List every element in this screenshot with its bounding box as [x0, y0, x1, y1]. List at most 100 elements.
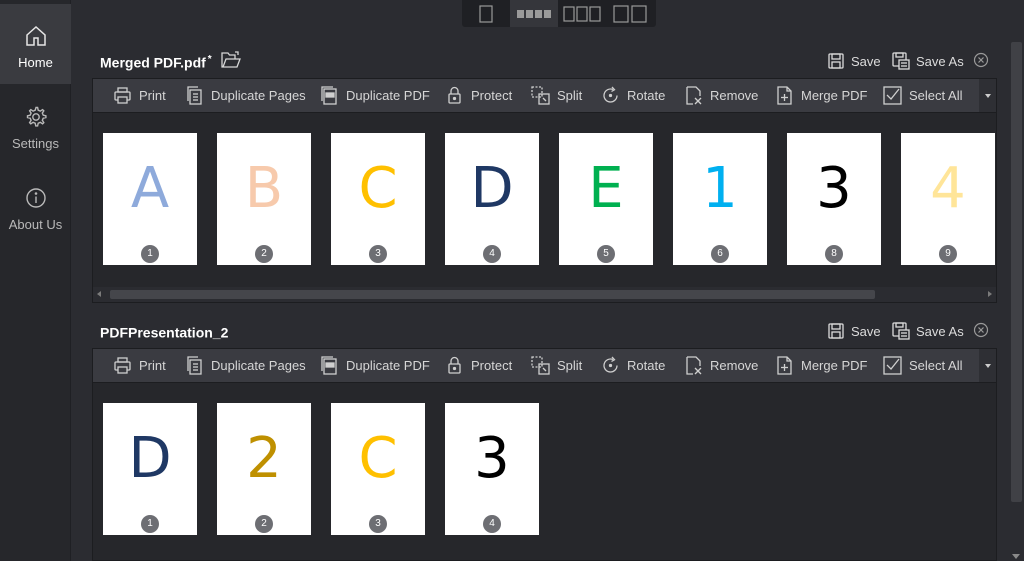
- merge-pdf-button[interactable]: Merge PDF: [775, 349, 867, 382]
- split-icon: [531, 86, 550, 105]
- save-icon: [828, 323, 844, 339]
- print-button[interactable]: Print: [113, 349, 166, 382]
- rotate-icon: [603, 356, 618, 373]
- page-content: A: [130, 156, 170, 221]
- page-number-badge: 9: [939, 245, 957, 263]
- scroll-down-arrow-icon[interactable]: [1012, 554, 1020, 559]
- page-content: E: [588, 156, 624, 221]
- checkbox-icon: [883, 356, 902, 375]
- page-content: 4: [930, 156, 966, 221]
- protect-button[interactable]: Protect: [445, 349, 512, 382]
- sidebar: Home Settings About Us: [0, 0, 71, 561]
- grid-view-icon: [517, 9, 551, 18]
- app-window: Home Settings About Us Merged PDF.pdf*: [0, 0, 1024, 561]
- merge-pdf-label: Merge PDF: [801, 358, 868, 373]
- page-thumbnail[interactable]: 34: [445, 403, 539, 535]
- save-as-button[interactable]: Save As: [892, 320, 964, 342]
- close-document-icon[interactable]: [973, 52, 989, 68]
- toolbar-overflow-button[interactable]: [979, 349, 996, 382]
- sidebar-item-settings[interactable]: Settings: [0, 85, 71, 165]
- select-all-button[interactable]: Select All: [883, 349, 962, 382]
- save-as-button[interactable]: Save As: [892, 50, 964, 72]
- document-panel: Merged PDF.pdf * Save Save As Print Dupli…: [92, 46, 997, 304]
- split-button[interactable]: Split: [531, 79, 582, 112]
- page-thumbnail[interactable]: 49: [901, 133, 995, 265]
- view-toggle: [462, 0, 656, 27]
- page-number-badge: 2: [255, 245, 273, 263]
- duplicate-pages-button[interactable]: Duplicate Pages: [185, 349, 306, 382]
- page-thumbnail[interactable]: D4: [445, 133, 539, 265]
- scrollbar-thumb[interactable]: [1011, 42, 1022, 502]
- page-thumbnail[interactable]: 16: [673, 133, 767, 265]
- open-folder-icon[interactable]: [220, 50, 242, 70]
- close-document-icon[interactable]: [973, 322, 989, 338]
- two-page-view-button[interactable]: [606, 0, 654, 27]
- page-thumbnail[interactable]: D1: [103, 403, 197, 535]
- grid-view-button[interactable]: [510, 0, 558, 27]
- document-panel: PDFPresentation_2 Save Save As Print Dup…: [92, 316, 997, 561]
- duplicate-pdf-button[interactable]: Duplicate PDF: [320, 79, 430, 112]
- split-label: Split: [557, 358, 583, 373]
- horizontal-scrollbar[interactable]: [93, 287, 996, 302]
- remove-button[interactable]: Remove: [684, 79, 758, 112]
- print-button[interactable]: Print: [113, 79, 166, 112]
- toolbar-overflow-button[interactable]: [979, 79, 996, 112]
- page-thumbnails-area: A1B2C3D4E5163849: [92, 113, 997, 303]
- protect-button[interactable]: Protect: [445, 79, 512, 112]
- duplicate-pdf-button[interactable]: Duplicate PDF: [320, 349, 430, 382]
- page-thumbnail[interactable]: C3: [331, 403, 425, 535]
- merge-pdf-icon: [777, 356, 792, 375]
- page-thumbnail[interactable]: 38: [787, 133, 881, 265]
- split-button[interactable]: Split: [531, 349, 582, 382]
- sidebar-item-home[interactable]: Home: [0, 4, 71, 84]
- printer-icon: [114, 357, 131, 374]
- page-thumbnail[interactable]: E5: [559, 133, 653, 265]
- page-thumbnail[interactable]: B2: [217, 133, 311, 265]
- page-thumbnail[interactable]: A1: [103, 133, 197, 265]
- scroll-right-arrow-icon[interactable]: [988, 291, 992, 297]
- scrollbar-thumb[interactable]: [110, 290, 875, 299]
- checkbox-icon: [883, 86, 902, 105]
- remove-button[interactable]: Remove: [684, 349, 758, 382]
- page-content: 3: [816, 156, 852, 221]
- print-label: Print: [139, 358, 166, 373]
- duplicate-pages-label: Duplicate Pages: [211, 88, 306, 103]
- page-thumbnail[interactable]: C3: [331, 133, 425, 265]
- vertical-scrollbar[interactable]: [1009, 42, 1024, 561]
- page-number-badge: 3: [369, 245, 387, 263]
- rotate-label: Rotate: [627, 358, 666, 373]
- page-content: C: [358, 426, 398, 491]
- print-label: Print: [139, 88, 166, 103]
- three-page-view-button[interactable]: [558, 0, 606, 27]
- save-as-icon: [892, 52, 910, 70]
- lock-icon: [448, 86, 461, 104]
- sidebar-item-about-us[interactable]: About Us: [0, 166, 71, 246]
- page-number-badge: 1: [141, 515, 159, 533]
- info-icon: [25, 188, 46, 208]
- page-number-badge: 2: [255, 515, 273, 533]
- duplicate-pages-button[interactable]: Duplicate Pages: [185, 79, 306, 112]
- page-thumbnail[interactable]: 22: [217, 403, 311, 535]
- single-page-icon: [479, 4, 493, 23]
- document-title: PDFPresentation_2: [100, 324, 229, 341]
- rotate-button[interactable]: Rotate: [601, 349, 665, 382]
- save-button[interactable]: Save: [827, 320, 881, 342]
- protect-label: Protect: [471, 358, 513, 373]
- select-all-label: Select All: [909, 358, 963, 373]
- rotate-button[interactable]: Rotate: [601, 79, 665, 112]
- single-page-view-button[interactable]: [462, 0, 510, 27]
- split-icon: [531, 356, 550, 375]
- page-thumbnails-area: D122C334: [92, 383, 997, 561]
- select-all-button[interactable]: Select All: [883, 79, 962, 112]
- chevron-down-icon: [984, 363, 991, 368]
- page-content: 3: [474, 426, 510, 491]
- scroll-left-arrow-icon[interactable]: [97, 291, 101, 297]
- duplicate-pdf-icon: [321, 356, 337, 375]
- save-button[interactable]: Save: [827, 50, 881, 72]
- page-content: C: [358, 156, 398, 221]
- two-page-icon: [613, 4, 647, 23]
- merge-pdf-button[interactable]: Merge PDF: [775, 79, 867, 112]
- protect-label: Protect: [471, 88, 513, 103]
- three-page-icon: [563, 5, 601, 22]
- page-number-badge: 4: [483, 245, 501, 263]
